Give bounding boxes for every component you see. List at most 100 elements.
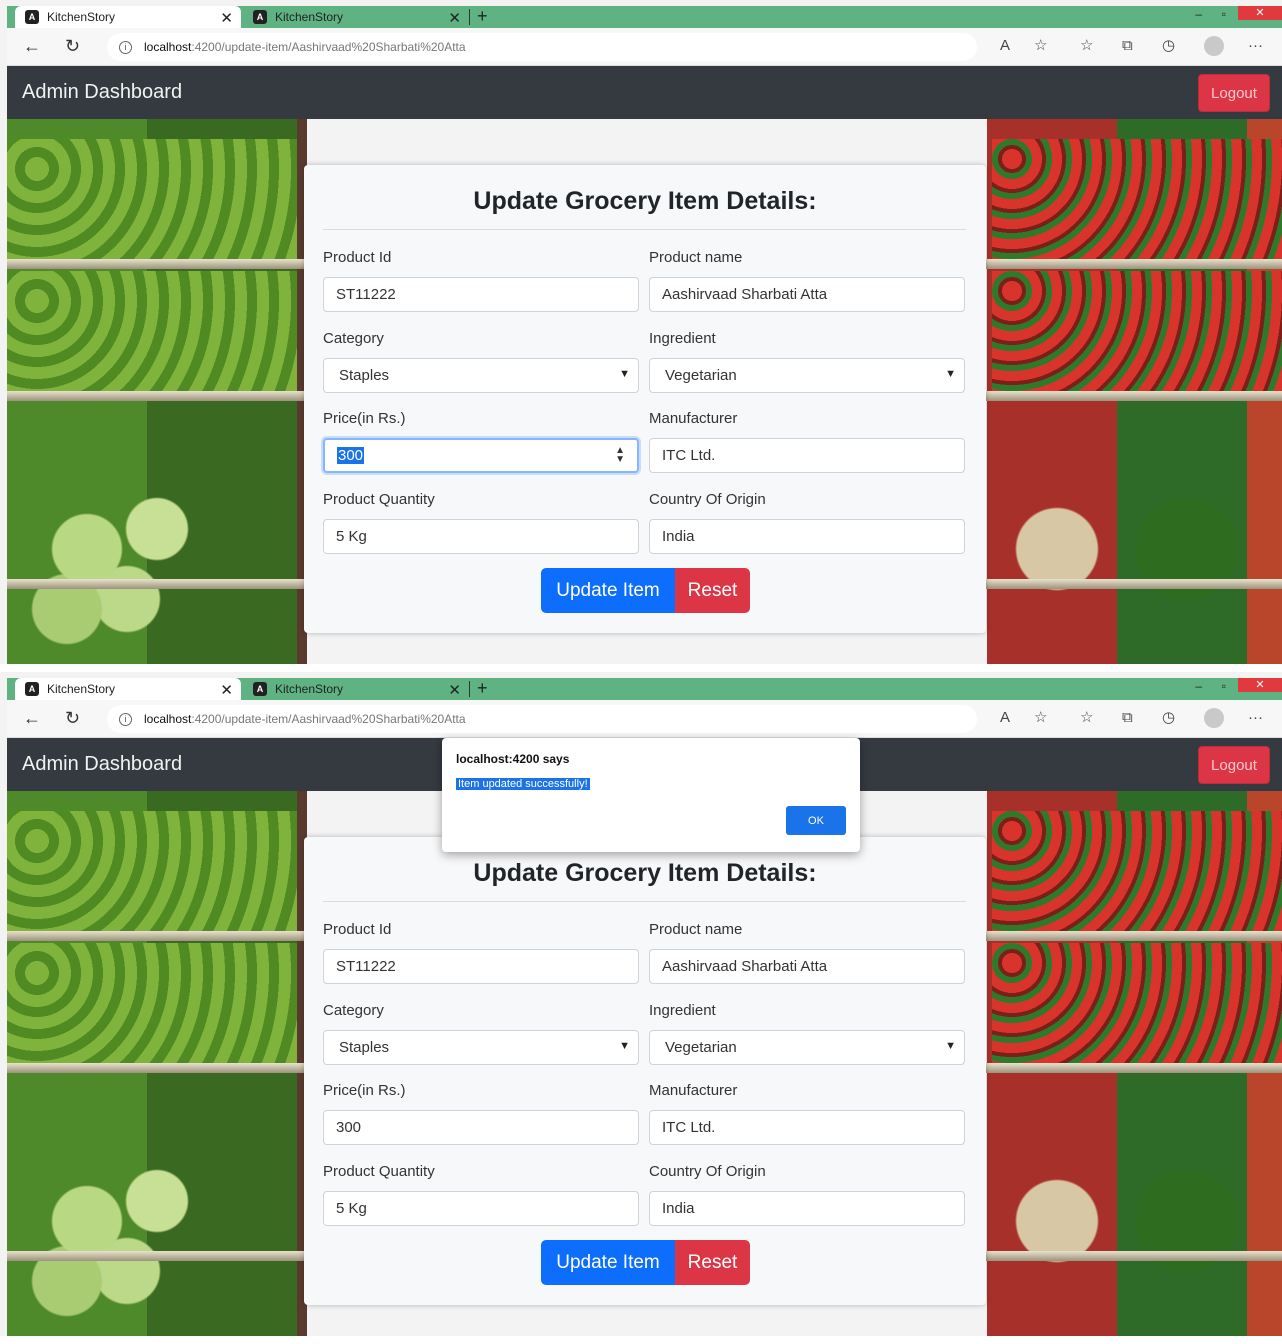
angular-icon: A: [253, 10, 267, 24]
url-path: :4200/update-item/Aashirvaad%20Sharbati%…: [191, 712, 466, 726]
info-icon[interactable]: i: [119, 712, 132, 726]
logout-button[interactable]: Logout: [1198, 746, 1270, 784]
update-item-button[interactable]: Update Item: [541, 1240, 675, 1285]
product-id-input[interactable]: ST11222: [323, 277, 639, 312]
url-field[interactable]: i localhost:4200/update-item/Aashirvaad%…: [107, 705, 977, 733]
navbar: Admin Dashboard Logout: [7, 66, 1282, 119]
reset-button[interactable]: Reset: [675, 1240, 750, 1285]
minimize-icon[interactable]: –: [1195, 678, 1202, 694]
country-label: Country Of Origin: [649, 1163, 766, 1180]
screenshot-before-update: A KitchenStory ✕ A KitchenStory ✕ + – ▫ …: [0, 0, 1282, 664]
ingredient-value: Vegetarian: [665, 367, 737, 384]
manufacturer-input[interactable]: ITC Ltd.: [649, 438, 965, 473]
product-id-input[interactable]: ST11222: [323, 949, 639, 984]
close-icon[interactable]: ✕: [1238, 6, 1282, 20]
back-arrow-icon[interactable]: ←: [23, 708, 41, 728]
favorites-icon[interactable]: ☆: [1080, 709, 1093, 727]
navbar-brand[interactable]: Admin Dashboard: [22, 753, 182, 776]
ingredient-select[interactable]: Vegetarian ▼: [649, 358, 965, 393]
product-id-label: Product Id: [323, 921, 392, 938]
update-item-button[interactable]: Update Item: [541, 568, 675, 613]
update-item-form: Update Grocery Item Details: Product Id …: [304, 837, 986, 1305]
category-value: Staples: [339, 367, 390, 384]
plus-icon[interactable]: +: [469, 6, 488, 26]
reset-button[interactable]: Reset: [675, 568, 750, 613]
chevron-down-icon: ▼: [945, 1040, 956, 1052]
quantity-label: Product Quantity: [323, 491, 435, 508]
product-name-input[interactable]: Aashirvaad Sharbati Atta: [649, 277, 965, 312]
app: Admin Dashboard Logout Update Grocery It…: [7, 66, 1282, 664]
price-value: 300: [337, 447, 365, 464]
tab-kitchenstory-1[interactable]: A KitchenStory ✕: [15, 6, 241, 28]
quantity-input[interactable]: 5 Kg: [323, 519, 639, 554]
ok-button[interactable]: OK: [786, 806, 846, 835]
logout-button[interactable]: Logout: [1198, 74, 1270, 112]
close-icon[interactable]: ✕: [448, 681, 461, 699]
profile-icon[interactable]: [1204, 36, 1224, 56]
tab-label: KitchenStory: [275, 682, 344, 696]
close-icon[interactable]: ✕: [1238, 678, 1282, 692]
minimize-icon[interactable]: –: [1195, 6, 1202, 22]
manufacturer-label: Manufacturer: [649, 1082, 738, 1099]
product-name-label: Product name: [649, 249, 743, 266]
update-item-form: Update Grocery Item Details: Product Id …: [304, 165, 986, 633]
alert-message: Item updated successfully!: [456, 778, 590, 790]
tab-strip: A KitchenStory ✕ A KitchenStory ✕ + – ▫ …: [7, 678, 1282, 700]
country-label: Country Of Origin: [649, 491, 766, 508]
refresh-icon[interactable]: ↻: [65, 36, 80, 56]
close-icon[interactable]: ✕: [220, 681, 233, 699]
price-input[interactable]: 300 ▲ ▼: [323, 438, 639, 473]
quantity-input[interactable]: 5 Kg: [323, 1191, 639, 1226]
divider: [323, 229, 966, 230]
favorite-add-icon[interactable]: ☆: [1034, 37, 1047, 55]
profile-icon[interactable]: [1204, 708, 1224, 728]
angular-icon: A: [25, 10, 39, 24]
more-icon[interactable]: ···: [1248, 37, 1263, 55]
angular-icon: A: [253, 682, 267, 696]
manufacturer-input[interactable]: ITC Ltd.: [649, 1110, 965, 1145]
collections-icon[interactable]: ⧉: [1122, 709, 1133, 727]
favorites-icon[interactable]: ☆: [1080, 37, 1093, 55]
navbar-brand[interactable]: Admin Dashboard: [22, 81, 182, 104]
form-title: Update Grocery Item Details:: [473, 187, 817, 215]
tab-kitchenstory-2[interactable]: A KitchenStory ✕: [243, 6, 469, 28]
read-aloud-icon[interactable]: A: [1000, 37, 1010, 55]
history-icon[interactable]: ◷: [1162, 709, 1175, 727]
tab-kitchenstory-1[interactable]: A KitchenStory ✕: [15, 678, 241, 700]
url-field[interactable]: i localhost:4200/update-item/Aashirvaad%…: [107, 33, 977, 61]
tab-label: KitchenStory: [47, 682, 116, 696]
close-icon[interactable]: ✕: [220, 9, 233, 27]
maximize-icon[interactable]: ▫: [1222, 678, 1226, 694]
favorite-add-icon[interactable]: ☆: [1034, 709, 1047, 727]
category-value: Staples: [339, 1039, 390, 1056]
chevron-down-icon: ▼: [619, 1040, 630, 1052]
maximize-icon[interactable]: ▫: [1222, 6, 1226, 22]
spinner-icon[interactable]: ▲ ▼: [615, 446, 625, 465]
plus-icon[interactable]: +: [469, 678, 488, 698]
product-id-label: Product Id: [323, 249, 392, 266]
history-icon[interactable]: ◷: [1162, 37, 1175, 55]
refresh-icon[interactable]: ↻: [65, 708, 80, 728]
read-aloud-icon[interactable]: A: [1000, 709, 1010, 727]
chevron-down-icon: ▼: [619, 368, 630, 380]
product-name-input[interactable]: Aashirvaad Sharbati Atta: [649, 949, 965, 984]
country-input[interactable]: India: [649, 1191, 965, 1226]
tab-kitchenstory-2[interactable]: A KitchenStory ✕: [243, 678, 469, 700]
tab-label: KitchenStory: [47, 10, 116, 24]
country-input[interactable]: India: [649, 519, 965, 554]
ingredient-label: Ingredient: [649, 330, 716, 347]
category-label: Category: [323, 330, 384, 347]
collections-icon[interactable]: ⧉: [1122, 37, 1133, 55]
tab-label: KitchenStory: [275, 10, 344, 24]
info-icon[interactable]: i: [119, 40, 132, 54]
more-icon[interactable]: ···: [1248, 709, 1263, 727]
back-arrow-icon[interactable]: ←: [23, 36, 41, 56]
ingredient-select[interactable]: Vegetarian ▼: [649, 1030, 965, 1065]
price-input[interactable]: 300: [323, 1110, 639, 1145]
product-name-label: Product name: [649, 921, 743, 938]
category-select[interactable]: Staples ▼: [323, 1030, 639, 1065]
form-actions: Update Item Reset: [541, 568, 750, 613]
price-label: Price(in Rs.): [323, 410, 406, 427]
close-icon[interactable]: ✕: [448, 9, 461, 27]
category-select[interactable]: Staples ▼: [323, 358, 639, 393]
